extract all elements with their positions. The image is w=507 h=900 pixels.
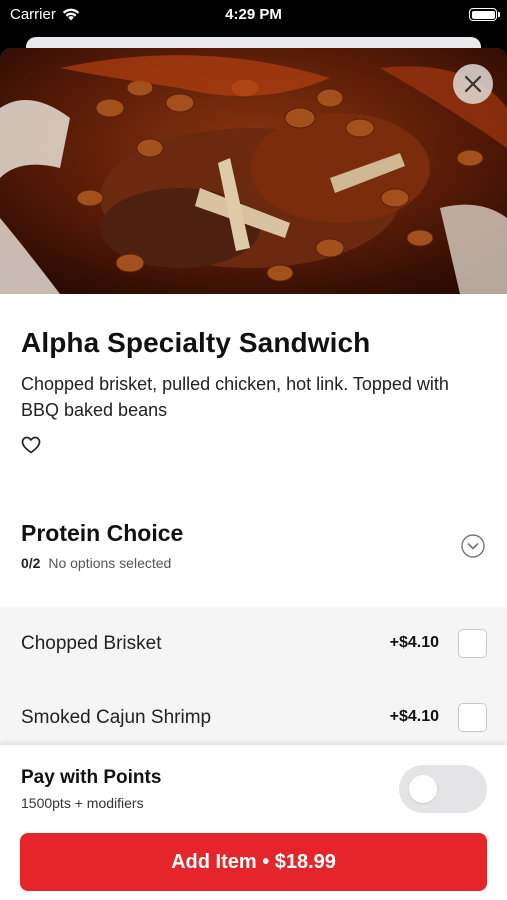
item-description: Chopped brisket, pulled chicken, hot lin…: [21, 374, 449, 420]
close-icon: [464, 75, 482, 93]
option-name: Chopped Brisket: [21, 633, 162, 654]
modifier-group-count: 0/2: [21, 555, 41, 571]
modifier-group-status: 0/2 No options selected: [21, 555, 171, 571]
modifier-group-status-text: No options selected: [48, 555, 172, 571]
toggle-knob: [409, 775, 437, 803]
footer-bar: Pay with Points 1500pts + modifiers Add …: [0, 745, 507, 900]
list-item[interactable]: Smoked Cajun Shrimp +$4.10: [0, 681, 507, 755]
option-checkbox[interactable]: [458, 703, 487, 732]
heart-outline-icon[interactable]: [21, 436, 41, 454]
status-bar: Carrier 4:29 PM: [0, 0, 507, 30]
item-detail-sheet: Alpha Specialty Sandwich Chopped brisket…: [0, 48, 507, 900]
option-name: Smoked Cajun Shrimp: [21, 707, 212, 728]
add-item-button[interactable]: Add Item • $18.99: [20, 833, 487, 891]
list-item[interactable]: Chopped Brisket +$4.10: [0, 607, 507, 681]
clock: 4:29 PM: [225, 6, 282, 23]
food-photo-illustration: [0, 48, 507, 294]
pay-with-points-subtitle: 1500pts + modifiers: [21, 795, 144, 811]
food-photo: [0, 48, 507, 294]
screen: Carrier 4:29 PM Alpha Specialty Sandwich…: [0, 0, 507, 900]
chevron-down-circle-icon[interactable]: [461, 534, 485, 558]
option-price: +$4.10: [389, 708, 439, 725]
item-title: Alpha Specialty Sandwich: [21, 327, 371, 358]
battery-nub: [498, 12, 500, 17]
option-price: +$4.10: [389, 634, 439, 651]
battery-icon: [469, 8, 500, 21]
modifier-group-title: Protein Choice: [21, 520, 184, 546]
pay-with-points-title: Pay with Points: [21, 767, 162, 788]
battery-level: [471, 10, 495, 19]
close-button[interactable]: [453, 64, 493, 104]
pay-with-points-toggle[interactable]: [399, 765, 487, 813]
option-checkbox[interactable]: [458, 629, 487, 658]
